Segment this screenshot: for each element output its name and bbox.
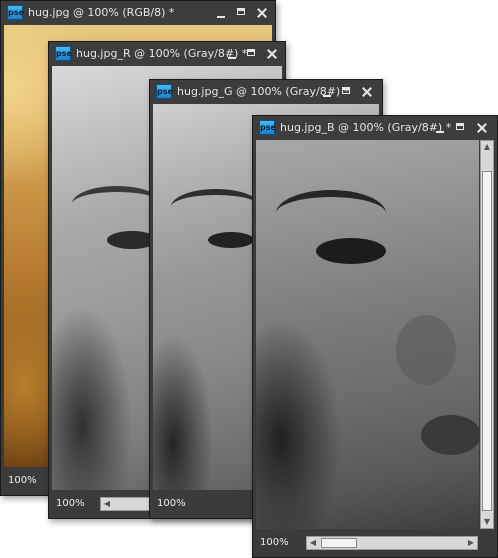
maximize-icon[interactable] <box>340 85 354 99</box>
close-icon[interactable] <box>475 121 489 135</box>
eyebrow-shape <box>276 190 386 237</box>
lips-shape <box>421 415 479 455</box>
vertical-scrollbar[interactable]: ▲ ▼ <box>480 140 494 529</box>
minimize-icon[interactable] <box>225 47 239 61</box>
minimize-icon[interactable] <box>320 85 334 99</box>
title-bar[interactable]: pse hug.jpg_R @ 100% (Gray/8#) * <box>49 42 285 66</box>
scroll-left-icon[interactable]: ◀ <box>101 498 113 510</box>
zoom-level[interactable]: 100% <box>260 537 300 551</box>
pse-app-icon: pse <box>156 84 173 99</box>
title-bar[interactable]: pse hug.jpg_B @ 100% (Gray/8#) * <box>253 116 497 140</box>
close-icon[interactable] <box>255 6 269 20</box>
eye-shape <box>316 238 386 264</box>
status-bar: 100% ◀ ▶ <box>256 533 494 555</box>
horizontal-scrollbar[interactable]: ◀ <box>100 497 150 511</box>
maximize-icon[interactable] <box>235 6 249 20</box>
document-window-b[interactable]: pse hug.jpg_B @ 100% (Gray/8#) * ▲ ▼ 100… <box>252 115 498 558</box>
maximize-icon[interactable] <box>454 121 468 135</box>
minimize-icon[interactable] <box>214 6 228 20</box>
scroll-down-icon[interactable]: ▼ <box>481 516 493 528</box>
window-title: hug.jpg_R @ 100% (Gray/8#) * <box>76 47 248 60</box>
close-icon[interactable] <box>360 85 374 99</box>
minimize-icon[interactable] <box>433 121 447 135</box>
zoom-level[interactable]: 100% <box>8 475 48 489</box>
horizontal-scroll-thumb[interactable] <box>321 538 357 548</box>
zoom-level[interactable]: 100% <box>56 498 96 512</box>
pse-app-icon: pse <box>259 120 276 135</box>
pse-app-icon: pse <box>7 5 24 20</box>
maximize-icon[interactable] <box>245 47 259 61</box>
pse-app-icon: pse <box>55 46 72 61</box>
window-title: hug.jpg_B @ 100% (Gray/8#) * <box>280 121 452 134</box>
title-bar[interactable]: pse hug.jpg @ 100% (RGB/8) * <box>1 1 275 25</box>
scroll-left-icon[interactable]: ◀ <box>307 537 319 549</box>
title-bar[interactable]: pse hug.jpg_G @ 100% (Gray/8#) * <box>150 80 382 104</box>
horizontal-scrollbar[interactable]: ◀ ▶ <box>306 536 478 550</box>
vertical-scroll-thumb[interactable] <box>482 171 492 511</box>
zoom-level[interactable]: 100% <box>157 498 197 512</box>
scroll-up-icon[interactable]: ▲ <box>481 141 493 153</box>
close-icon[interactable] <box>265 47 279 61</box>
eyebrow-shape <box>171 189 261 225</box>
scroll-right-icon[interactable]: ▶ <box>465 537 477 549</box>
eye-shape <box>208 232 254 248</box>
nose-shape <box>396 315 456 385</box>
window-title: hug.jpg @ 100% (RGB/8) * <box>28 6 175 19</box>
image-canvas[interactable] <box>256 140 479 529</box>
